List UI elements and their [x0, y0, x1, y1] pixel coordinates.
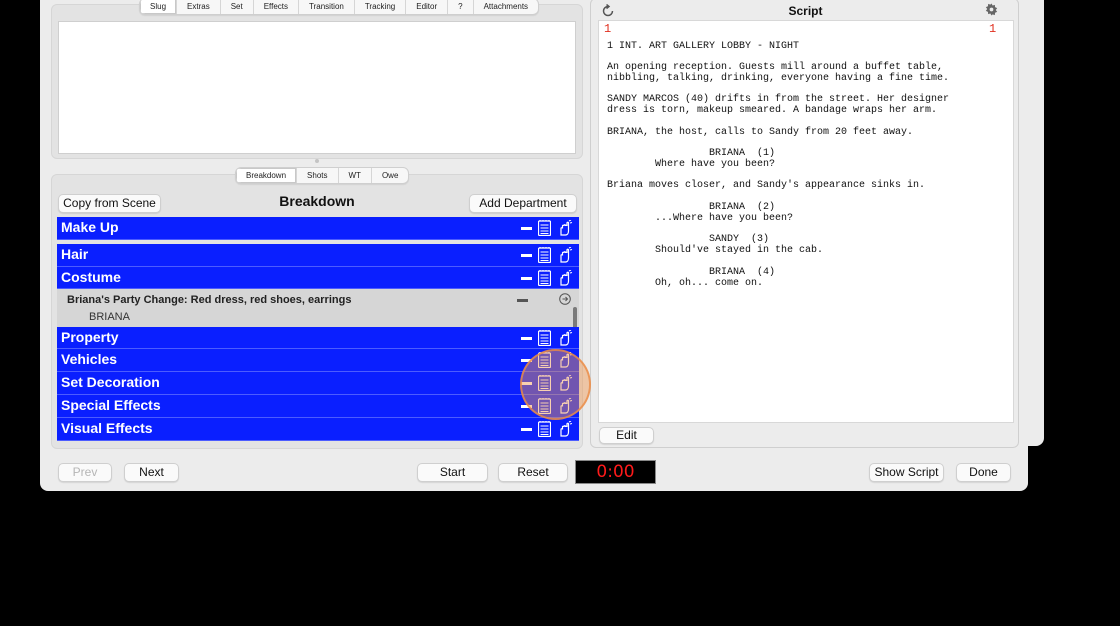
script-line: BRIANA, the host, calls to Sandy from 20…: [607, 127, 914, 138]
split-view-handle[interactable]: [315, 159, 319, 163]
tab-attachments[interactable]: Attachments: [474, 0, 538, 14]
minus-icon[interactable]: [521, 336, 532, 340]
hand-pointer-icon[interactable]: [557, 330, 573, 346]
tab-editor[interactable]: Editor: [406, 0, 449, 14]
department-row-set-decoration[interactable]: Set Decoration: [57, 372, 579, 395]
tab-tracking[interactable]: Tracking: [355, 0, 407, 14]
breakdown-title: Breakdown: [279, 193, 355, 209]
tab-transition[interactable]: Transition: [299, 0, 355, 14]
notepad-icon[interactable]: [538, 270, 551, 286]
breakdown-panel: Breakdown Shots WT Owe Copy from Scene B…: [51, 167, 583, 449]
notepad-icon[interactable]: [538, 220, 551, 236]
script-line: nibbling, talking, drinking, everyone ha…: [607, 73, 950, 84]
page-number-right: 1: [989, 22, 997, 36]
arrow-circle-icon[interactable]: [559, 293, 571, 305]
tab-breakdown[interactable]: Breakdown: [236, 168, 298, 183]
script-line: An opening reception. Guests mill around…: [607, 62, 944, 73]
script-line: dress is torn, makeup smeared. A bandage…: [607, 105, 938, 116]
tab-effects[interactable]: Effects: [254, 0, 300, 14]
scene-details-panel: Slug Extras Set Effects Transition Track…: [51, 0, 583, 159]
tab-wt[interactable]: WT: [339, 168, 372, 183]
script-line: Briana moves closer, and Sandy's appeara…: [607, 180, 926, 191]
minus-icon[interactable]: [517, 299, 528, 302]
minus-icon[interactable]: [521, 226, 532, 230]
prev-button[interactable]: Prev: [58, 463, 112, 482]
script-line: Oh, oh... come on.: [607, 278, 764, 289]
department-label: Set Decoration: [61, 374, 160, 390]
script-page[interactable]: 1 1 1 INT. ART GALLERY LOBBY - NIGHT An …: [598, 20, 1014, 423]
department-list: Make Up Hair Costume Briana's Party Chan…: [57, 217, 579, 442]
slug-text-area[interactable]: [58, 21, 576, 154]
start-button[interactable]: Start: [417, 463, 488, 482]
minus-icon[interactable]: [521, 427, 532, 431]
item-character: BRIANA: [89, 311, 130, 323]
timer-display: 0:00: [575, 460, 656, 484]
department-label: Costume: [61, 269, 121, 285]
department-label: Special Effects: [61, 397, 161, 413]
done-button[interactable]: Done: [956, 463, 1011, 482]
script-line: Where have you been?: [607, 159, 776, 170]
script-line: Should've stayed in the cab.: [607, 245, 824, 256]
page-number-left: 1: [604, 22, 612, 36]
minus-icon[interactable]: [521, 276, 532, 280]
department-label: Hair: [61, 246, 89, 262]
department-row-hair[interactable]: Hair: [57, 244, 579, 267]
tab-owe[interactable]: Owe: [372, 168, 408, 183]
department-label: Property: [61, 329, 119, 345]
click-highlight: [520, 349, 591, 420]
reset-button[interactable]: Reset: [498, 463, 568, 482]
department-label: Make Up: [61, 219, 119, 235]
department-row-special-effects[interactable]: Special Effects: [57, 395, 579, 418]
script-line: BRIANA (2): [607, 202, 776, 213]
department-row-costume[interactable]: Costume: [57, 267, 579, 289]
gear-icon[interactable]: [985, 3, 998, 16]
script-line: SANDY MARCOS (40) drifts in from the str…: [607, 94, 950, 105]
breakdown-tabs: Breakdown Shots WT Owe: [235, 167, 410, 184]
script-line: 1 INT. ART GALLERY LOBBY - NIGHT: [607, 41, 800, 52]
script-line: ...Where have you been?: [607, 213, 794, 224]
copy-from-scene-button[interactable]: Copy from Scene: [58, 194, 161, 213]
department-row-make-up[interactable]: Make Up: [57, 217, 579, 240]
script-title: Script: [788, 4, 823, 18]
script-line: SANDY (3): [607, 234, 770, 245]
tab-help[interactable]: ?: [448, 0, 474, 14]
show-script-button[interactable]: Show Script: [869, 463, 944, 482]
hand-pointer-icon[interactable]: [557, 270, 573, 286]
department-label: Vehicles: [61, 351, 118, 367]
tab-shots[interactable]: Shots: [297, 168, 339, 183]
notepad-icon[interactable]: [538, 247, 551, 263]
script-line: BRIANA (4): [607, 267, 776, 278]
tab-extras[interactable]: Extras: [177, 0, 221, 14]
item-title: Briana's Party Change: Red dress, red sh…: [67, 294, 352, 306]
script-line: BRIANA (1): [607, 148, 776, 159]
list-item-costume[interactable]: Briana's Party Change: Red dress, red sh…: [57, 289, 579, 327]
tab-set[interactable]: Set: [221, 0, 254, 14]
department-label: Visual Effects: [61, 420, 153, 436]
next-button[interactable]: Next: [124, 463, 179, 482]
department-row-property[interactable]: Property: [57, 327, 579, 349]
edit-button[interactable]: Edit: [599, 427, 654, 444]
hand-pointer-icon[interactable]: [557, 247, 573, 263]
department-row-vehicles[interactable]: Vehicles: [57, 349, 579, 372]
minus-icon[interactable]: [521, 253, 532, 257]
hand-pointer-icon[interactable]: [557, 421, 573, 437]
hand-pointer-icon[interactable]: [557, 220, 573, 236]
breakdown-window: Slug Extras Set Effects Transition Track…: [40, 0, 1028, 491]
department-row-visual-effects[interactable]: Visual Effects: [57, 418, 579, 441]
notepad-icon[interactable]: [538, 330, 551, 346]
tab-slug[interactable]: Slug: [140, 0, 178, 14]
scene-tabs: Slug Extras Set Effects Transition Track…: [139, 0, 540, 15]
script-panel: Script 1 1 1 INT. ART GALLERY LOBBY - NI…: [590, 0, 1019, 448]
notepad-icon[interactable]: [538, 421, 551, 437]
add-department-button[interactable]: Add Department: [469, 194, 577, 213]
